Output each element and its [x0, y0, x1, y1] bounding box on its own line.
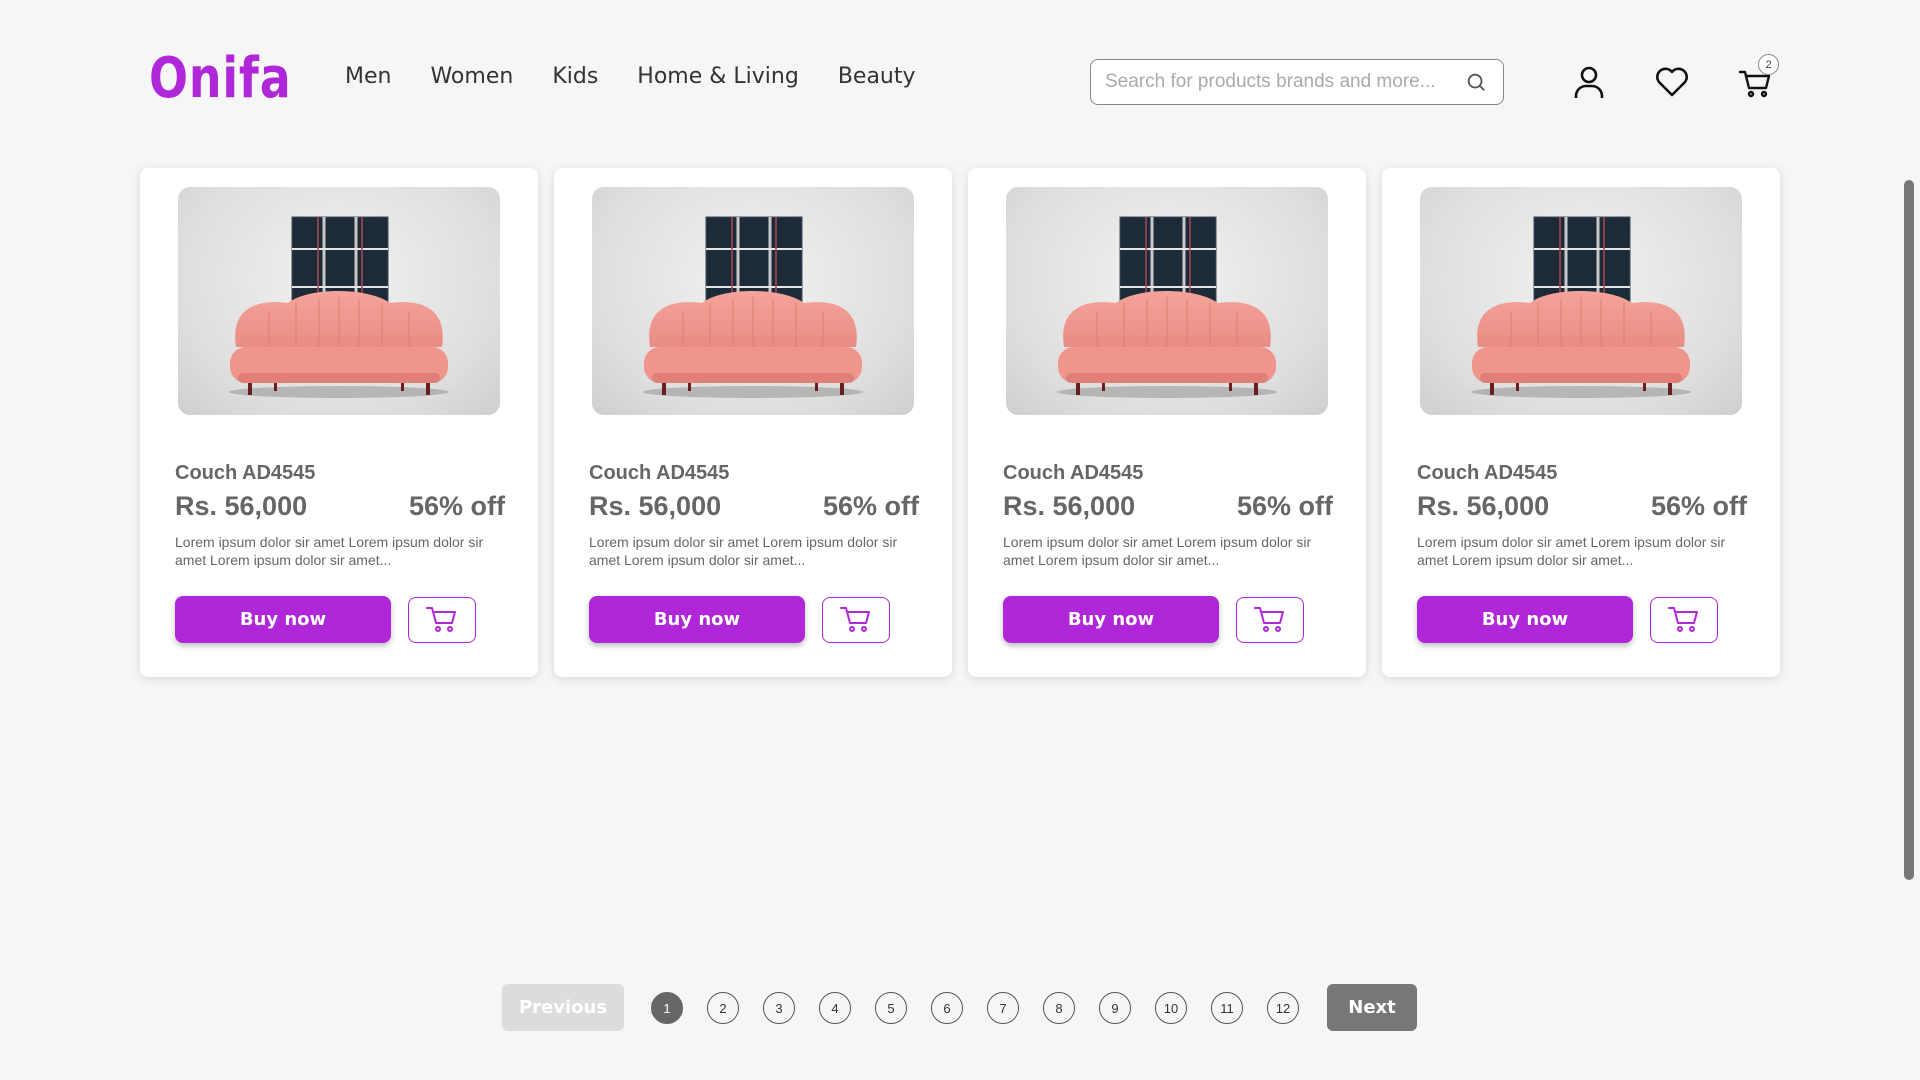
- next-button[interactable]: Next: [1327, 984, 1417, 1031]
- product-discount: 56% off: [1650, 491, 1747, 521]
- previous-button[interactable]: Previous: [502, 984, 624, 1031]
- product-image[interactable]: [592, 187, 914, 415]
- logo[interactable]: Onifa: [149, 46, 292, 111]
- page-2-button[interactable]: 2: [707, 992, 739, 1024]
- search-icon[interactable]: [1463, 69, 1489, 95]
- page-9-button[interactable]: 9: [1099, 992, 1131, 1024]
- product-price: Rs. 56,000: [1003, 491, 1136, 521]
- buy-now-button[interactable]: Buy now: [175, 596, 391, 643]
- product-image[interactable]: [1420, 187, 1742, 415]
- product-image[interactable]: [1006, 187, 1328, 415]
- product-discount: 56% off: [822, 491, 919, 521]
- page-4-button[interactable]: 4: [819, 992, 851, 1024]
- product-discount: 56% off: [1236, 491, 1333, 521]
- product-discount: 56% off: [408, 491, 505, 521]
- page-6-button[interactable]: 6: [931, 992, 963, 1024]
- page-10-button[interactable]: 10: [1155, 992, 1187, 1024]
- add-to-cart-button[interactable]: [1236, 597, 1304, 643]
- cart-icon: [425, 603, 459, 638]
- page-8-button[interactable]: 8: [1043, 992, 1075, 1024]
- product-title: Couch AD4545: [175, 462, 316, 484]
- nav-beauty[interactable]: Beauty: [838, 64, 916, 89]
- product-description: Lorem ipsum dolor sir amet Lorem ipsum d…: [589, 534, 898, 568]
- product-card: Couch AD4545 Rs. 56,000 56% off Lorem ip…: [554, 168, 952, 677]
- nav-women[interactable]: Women: [430, 64, 513, 89]
- product-title: Couch AD4545: [1003, 462, 1144, 484]
- cart-icon: [1253, 603, 1287, 638]
- page-3-button[interactable]: 3: [763, 992, 795, 1024]
- add-to-cart-button[interactable]: [822, 597, 890, 643]
- scrollbar-thumb[interactable]: [1904, 180, 1914, 880]
- page-5-button[interactable]: 5: [875, 992, 907, 1024]
- product-price: Rs. 56,000: [175, 491, 308, 521]
- product-title: Couch AD4545: [1417, 462, 1558, 484]
- cart-icon: [1667, 603, 1701, 638]
- product-description: Lorem ipsum dolor sir amet Lorem ipsum d…: [175, 534, 484, 568]
- product-price: Rs. 56,000: [1417, 491, 1550, 521]
- product-description: Lorem ipsum dolor sir amet Lorem ipsum d…: [1417, 534, 1726, 568]
- product-image[interactable]: [178, 187, 500, 415]
- buy-now-button[interactable]: Buy now: [589, 596, 805, 643]
- add-to-cart-button[interactable]: [408, 597, 476, 643]
- pagination: 1 2 3 4 5 6 7 8 9 10 11 12: [651, 992, 1299, 1024]
- search-box: [1090, 59, 1504, 105]
- product-card: Couch AD4545 Rs. 56,000 56% off Lorem ip…: [1382, 168, 1780, 677]
- cart-icon: [839, 603, 873, 638]
- product-card: Couch AD4545 Rs. 56,000 56% off Lorem ip…: [140, 168, 538, 677]
- page-11-button[interactable]: 11: [1211, 992, 1243, 1024]
- product-grid: Couch AD4545 Rs. 56,000 56% off Lorem ip…: [140, 168, 1780, 677]
- product-card: Couch AD4545 Rs. 56,000 56% off Lorem ip…: [968, 168, 1366, 677]
- user-icon[interactable]: [1569, 62, 1609, 102]
- heart-icon[interactable]: [1652, 62, 1692, 102]
- header: Onifa Men Women Kids Home & Living Beaut…: [0, 0, 1920, 165]
- cart-icon[interactable]: 2: [1735, 54, 1779, 102]
- cart-count-badge: 2: [1758, 54, 1779, 75]
- buy-now-button[interactable]: Buy now: [1417, 596, 1633, 643]
- product-title: Couch AD4545: [589, 462, 730, 484]
- nav-men[interactable]: Men: [345, 64, 391, 89]
- product-price: Rs. 56,000: [589, 491, 722, 521]
- buy-now-button[interactable]: Buy now: [1003, 596, 1219, 643]
- nav-kids[interactable]: Kids: [552, 64, 598, 89]
- page-1-button[interactable]: 1: [651, 992, 683, 1024]
- product-description: Lorem ipsum dolor sir amet Lorem ipsum d…: [1003, 534, 1312, 568]
- nav-home-living[interactable]: Home & Living: [637, 64, 799, 89]
- page-7-button[interactable]: 7: [987, 992, 1019, 1024]
- page-12-button[interactable]: 12: [1267, 992, 1299, 1024]
- add-to-cart-button[interactable]: [1650, 597, 1718, 643]
- main-nav: Men Women Kids Home & Living Beauty: [345, 64, 916, 89]
- search-input[interactable]: [1105, 71, 1463, 93]
